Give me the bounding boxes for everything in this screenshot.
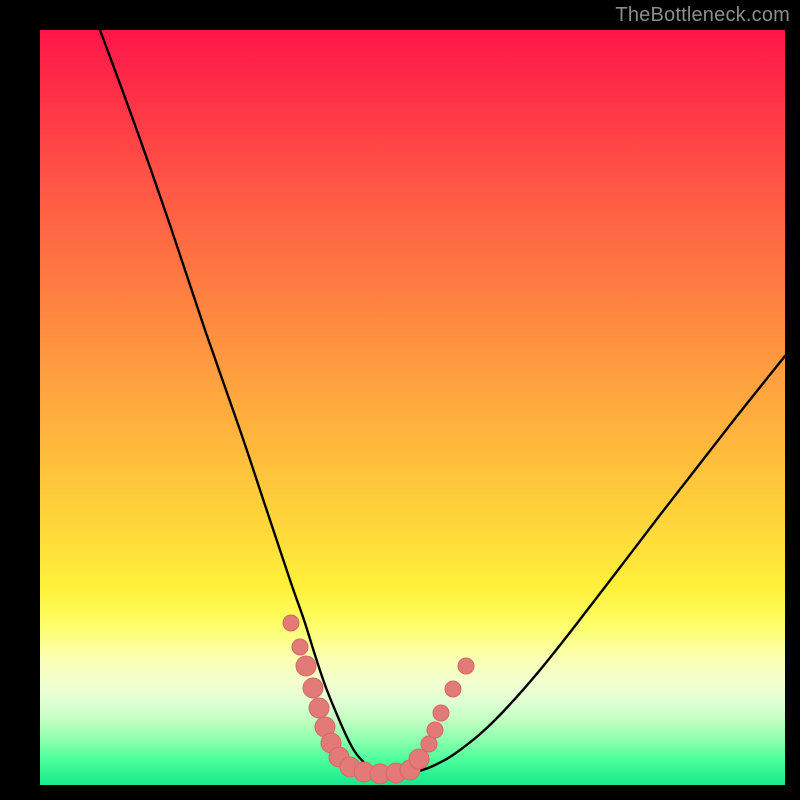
marker-point: [309, 698, 329, 718]
marker-point: [445, 681, 461, 697]
bottleneck-curve: [100, 30, 785, 774]
marker-point: [458, 658, 474, 674]
watermark-text: TheBottleneck.com: [615, 4, 790, 27]
marker-point: [409, 749, 429, 769]
marker-point: [303, 678, 323, 698]
marker-point: [292, 639, 308, 655]
curve-layer: [40, 30, 785, 785]
marker-point: [433, 705, 449, 721]
plot-area: [40, 30, 785, 785]
marker-point: [283, 615, 299, 631]
marker-point: [296, 656, 316, 676]
marker-point: [427, 722, 443, 738]
chart-frame: TheBottleneck.com: [0, 0, 800, 800]
